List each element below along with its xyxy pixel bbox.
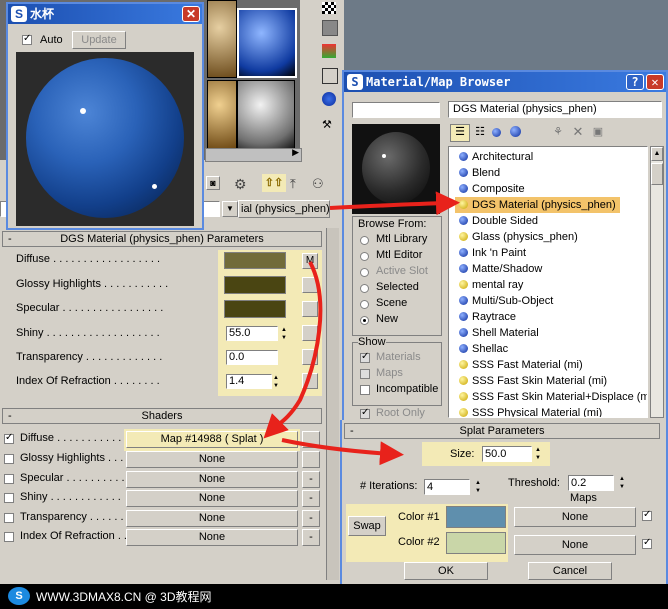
arrow-to-splat	[281, 438, 404, 466]
watermark-text: WWW.3DMAX8.CN @ 3D教程网	[36, 590, 212, 604]
arrow-to-browser	[329, 191, 460, 216]
annotation-arrows	[263, 191, 460, 466]
arrow-diffuse-to-shaders	[263, 261, 323, 439]
watermark-logo-icon: S	[8, 587, 30, 605]
